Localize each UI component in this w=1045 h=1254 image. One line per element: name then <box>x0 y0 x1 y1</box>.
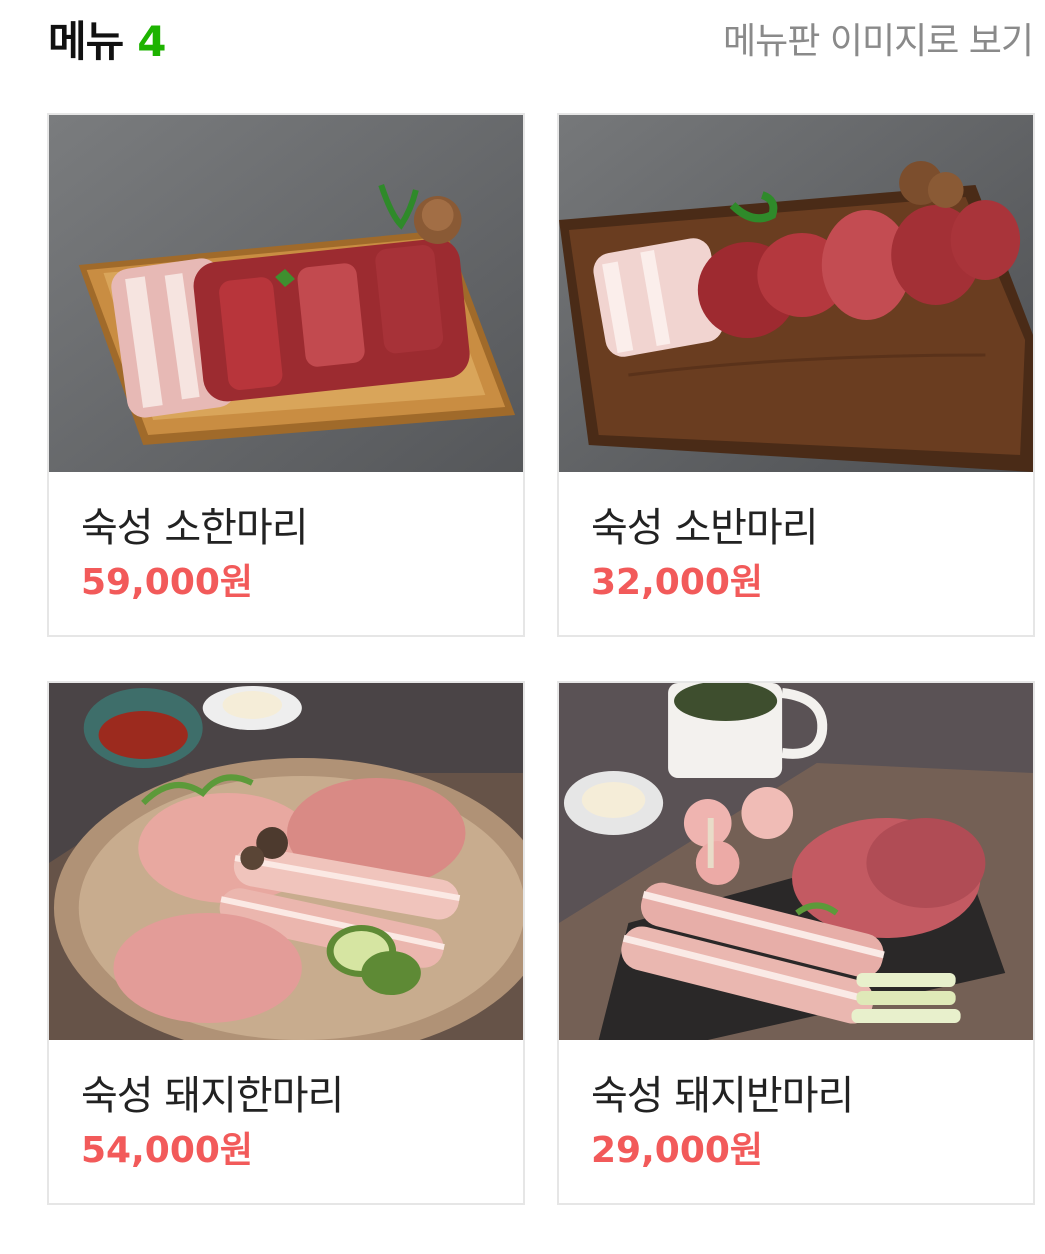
menu-header: 메뉴 4 메뉴판 이미지로 보기 <box>48 8 1034 69</box>
menu-info: 숙성 돼지반마리 29,000원 <box>559 1040 1033 1174</box>
beef-board-photo-icon <box>559 115 1033 472</box>
pork-slate-photo-icon <box>559 683 1033 1040</box>
menu-price: 32,000원 <box>591 562 764 603</box>
menu-card[interactable]: 숙성 돼지반마리 29,000원 <box>557 681 1035 1205</box>
menu-photo[interactable] <box>49 115 523 472</box>
menu-name: 숙성 소반마리 <box>591 505 819 551</box>
menu-price: 29,000원 <box>591 1130 764 1171</box>
menu-card[interactable]: 숙성 소한마리 59,000원 <box>47 113 525 637</box>
beef-platter-photo-icon <box>49 115 523 472</box>
menu-photo[interactable] <box>559 115 1033 472</box>
menu-info: 숙성 소반마리 32,000원 <box>559 472 1033 606</box>
menu-name: 숙성 돼지반마리 <box>591 1073 854 1119</box>
menu-info: 숙성 돼지한마리 54,000원 <box>49 1040 523 1174</box>
menu-name: 숙성 돼지한마리 <box>81 1073 344 1119</box>
menu-heading: 메뉴 4 <box>48 8 167 69</box>
menu-card[interactable]: 숙성 소반마리 32,000원 <box>557 113 1035 637</box>
menu-price: 59,000원 <box>81 562 254 603</box>
menu-grid: 숙성 소한마리 59,000원 숙성 소반마리 32,000원 숙성 돼지한마리… <box>47 113 1035 1205</box>
menu-card[interactable]: 숙성 돼지한마리 54,000원 <box>47 681 525 1205</box>
view-menu-image-link[interactable]: 메뉴판 이미지로 보기 <box>723 12 1034 64</box>
menu-name: 숙성 소한마리 <box>81 505 309 551</box>
menu-photo[interactable] <box>559 683 1033 1040</box>
menu-title: 메뉴 <box>48 16 124 66</box>
menu-price: 54,000원 <box>81 1130 254 1171</box>
menu-info: 숙성 소한마리 59,000원 <box>49 472 523 606</box>
pork-plate-photo-icon <box>49 683 523 1040</box>
menu-count: 4 <box>137 16 167 66</box>
menu-photo[interactable] <box>49 683 523 1040</box>
